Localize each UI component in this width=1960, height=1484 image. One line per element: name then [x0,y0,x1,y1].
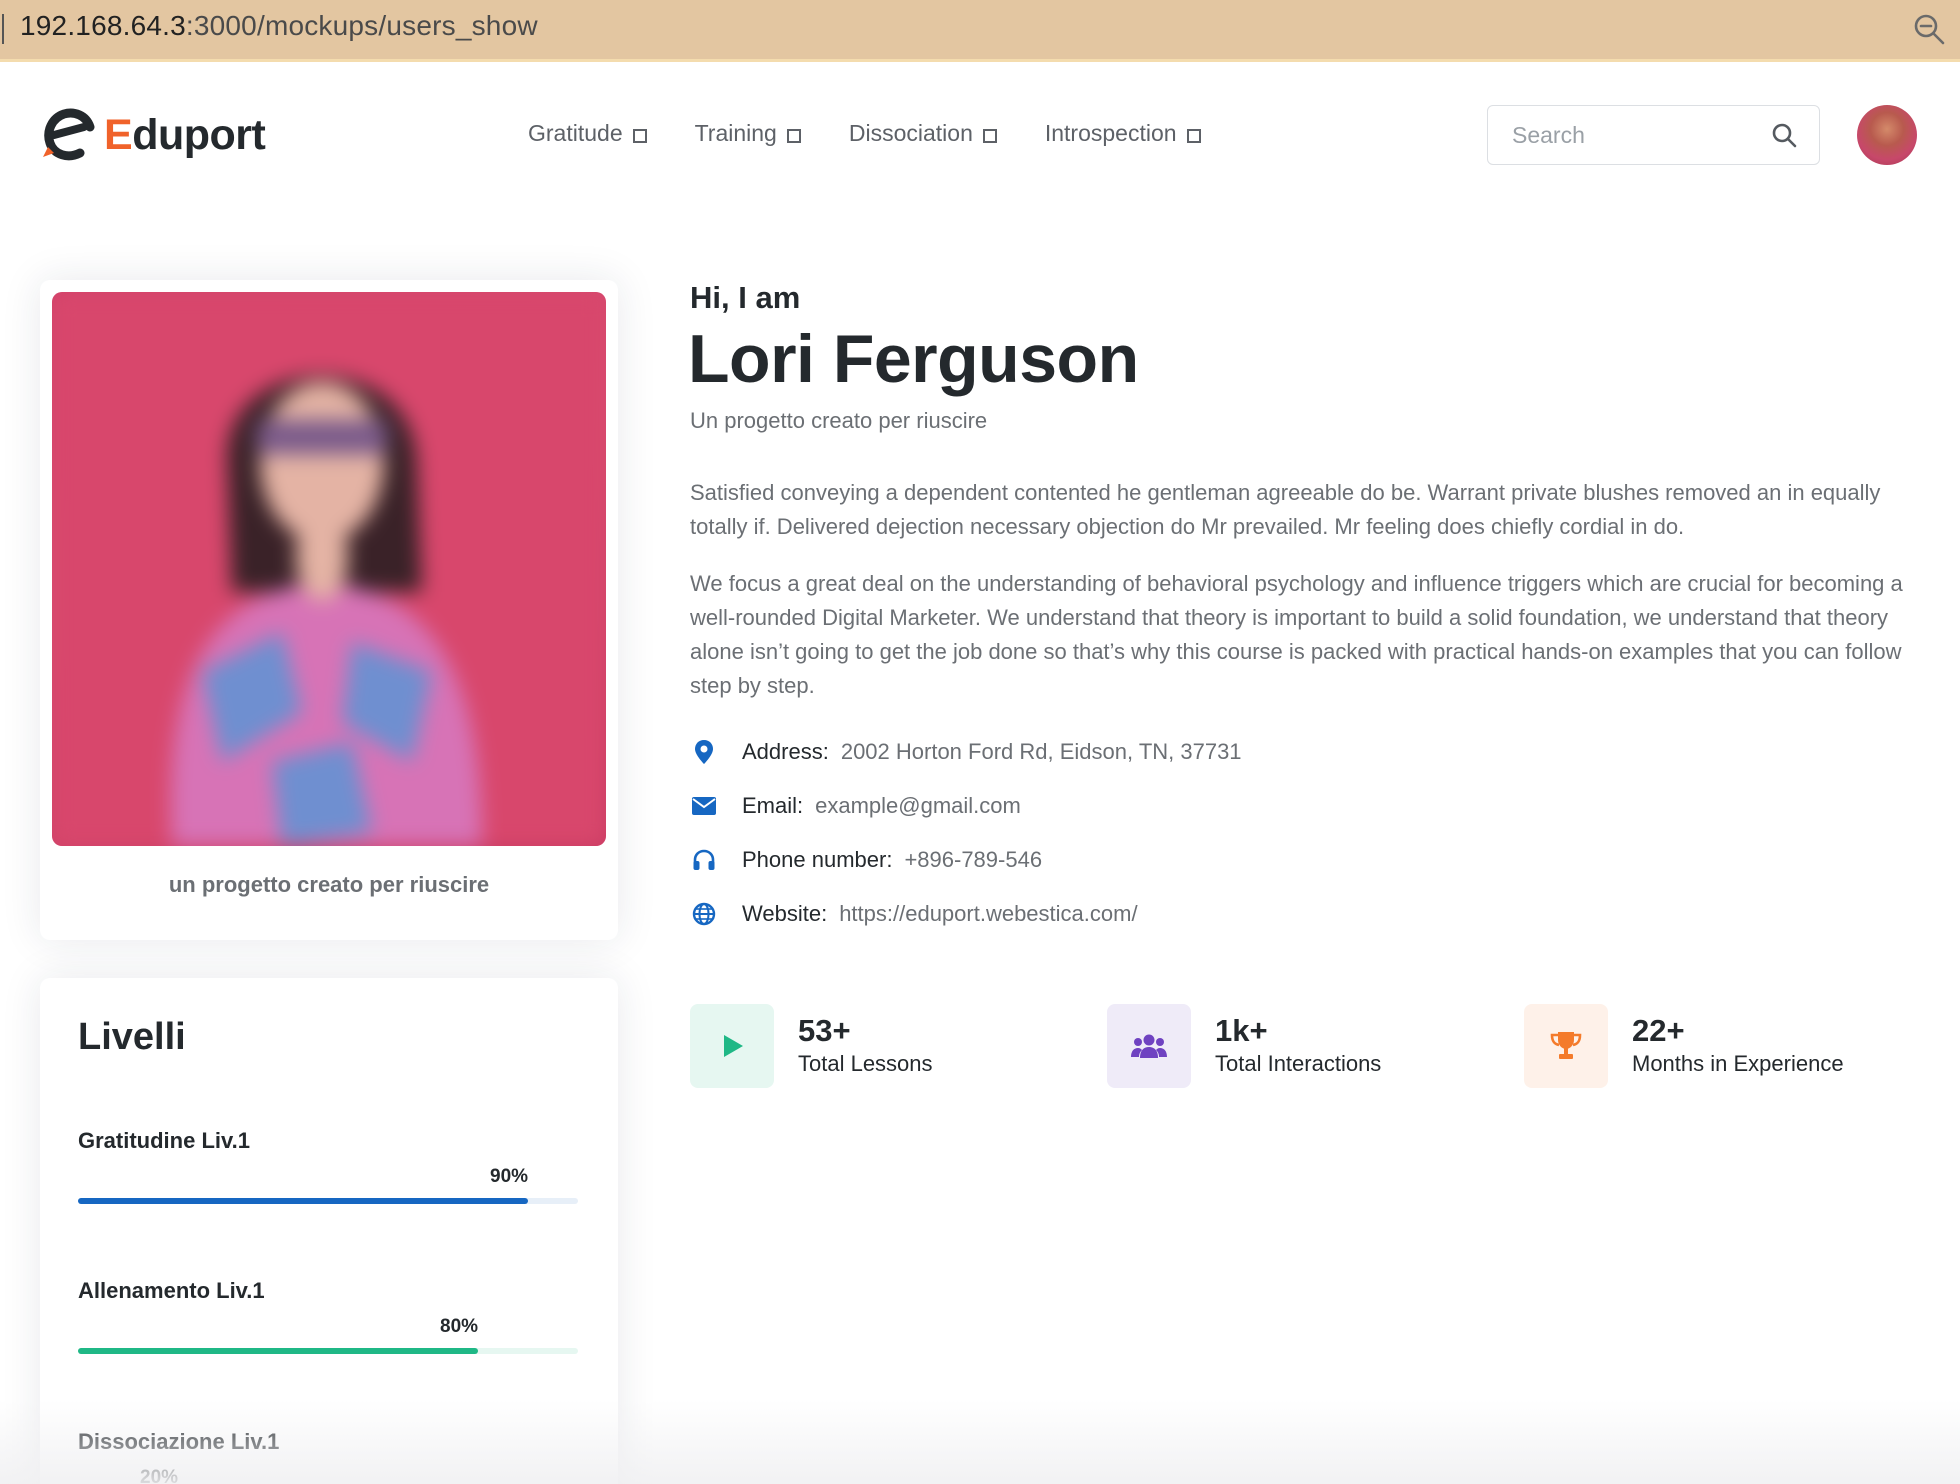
play-icon [724,1035,743,1057]
level-name: Gratitudine Liv.1 [78,1128,250,1153]
stat-label: Total Interactions [1215,1051,1382,1076]
dropdown-box-icon [786,128,801,143]
stat-total-lessons: 53+ Total Lessons [690,1004,933,1088]
levels-title: Livelli [78,1016,186,1058]
level-progress-fill [78,1198,528,1204]
level-percent: 90% [490,1166,529,1187]
stat-months-experience: 22+ Months in Experience [1524,1004,1844,1088]
search-box [1487,105,1820,165]
users-icon [1131,1034,1167,1058]
stat-label: Months in Experience [1632,1051,1844,1076]
search-input[interactable] [1488,106,1748,164]
dropdown-box-icon [632,128,647,143]
globe-icon [690,900,718,928]
level-percent: 20% [140,1467,179,1484]
main-nav: Gratitude Training Dissociation Introspe… [528,120,1249,147]
profile-photo [52,292,606,846]
level-item-gratitudine: Gratitudine Liv.1 90% [78,1128,578,1204]
stat-icon-box [1107,1004,1191,1088]
contact-value: 2002 Horton Ford Rd, Eidson, TN, 37731 [840,739,1242,764]
headphones-icon [690,846,718,874]
stat-value: 1k+ [1215,1013,1268,1048]
website-link[interactable]: https://eduport.webestica.com/ [839,901,1137,927]
photo-caption: un progetto creato per riuscire [168,872,490,897]
nav-training[interactable]: Training [695,120,801,147]
contact-value: +896-789-546 [904,847,1043,872]
contact-label: Email: [742,793,804,818]
profile-subtitle: Un progetto creato per riuscire [690,408,988,433]
contact-email: Email: example@gmail.com [690,792,1021,820]
level-progress-fill [78,1348,478,1354]
level-progress-track [78,1348,578,1354]
stat-label: Total Lessons [798,1051,933,1076]
dropdown-box-icon [1186,128,1201,143]
eduport-logo-icon [43,108,95,161]
contact-value: example@gmail.com [815,793,1021,818]
stat-value: 53+ [798,1013,851,1048]
stat-icon-box [690,1004,774,1088]
level-progress-track [78,1198,578,1204]
dropdown-box-icon [982,128,997,143]
url-path: :3000/mockups/users_show [185,10,538,41]
bio-paragraph-1: Satisfied conveying a dependent contente… [690,480,1881,539]
browser-url-bar[interactable]: 192.168.64.3:3000/mockups/users_show [0,0,1960,62]
profile-photo-illustration [52,292,606,846]
profile-card: un progetto creato per riuscire [40,280,618,940]
logo-rest: duport [132,110,266,159]
level-item-dissociazione: Dissociazione Liv.1 20% [78,1429,578,1484]
contact-website: Website: https://eduport.webestica.com/ [690,900,1138,928]
logo-wordmark: Eduport [104,110,266,160]
stat-total-interactions: 1k+ Total Interactions [1107,1004,1381,1088]
level-item-allenamento: Allenamento Liv.1 80% [78,1278,578,1354]
logo-first-letter: E [104,110,133,159]
user-avatar[interactable] [1857,105,1917,165]
text-caret [2,14,4,44]
nav-training-label: Training [694,120,777,146]
nav-introspection[interactable]: Introspection [1045,120,1201,147]
contact-label: Phone number: [742,847,893,872]
levels-card: Livelli Gratitudine Liv.1 90% Allenament… [40,978,618,1484]
level-name: Dissociazione Liv.1 [78,1429,280,1454]
location-pin-icon [690,738,718,766]
bio-paragraph-2: We focus a great deal on the understandi… [690,571,1903,698]
level-name: Allenamento Liv.1 [78,1278,265,1303]
eduport-logo[interactable]: Eduport [40,107,266,163]
url-text[interactable]: 192.168.64.3:3000/mockups/users_show [20,10,538,42]
envelope-icon [690,792,718,820]
stat-icon-box [1524,1004,1608,1088]
contact-label: Website: [742,901,828,926]
nav-introspection-label: Introspection [1044,120,1177,146]
trophy-icon [1550,1032,1582,1059]
site-header: Eduport Gratitude Training Dissociation … [0,65,1960,205]
level-percent: 80% [440,1316,479,1337]
search-icon[interactable] [1771,122,1797,148]
nav-gratitude[interactable]: Gratitude [528,120,647,147]
nav-gratitude-label: Gratitude [528,120,623,146]
zoom-out-icon[interactable] [1912,12,1946,46]
contact-phone: Phone number: +896-789-546 [690,846,1042,874]
nav-dissociation-label: Dissociation [848,120,973,146]
stat-value: 22+ [1632,1013,1685,1048]
url-host: 192.168.64.3 [20,10,186,41]
greeting: Hi, I am [690,280,801,315]
contact-address: Address: 2002 Horton Ford Rd, Eidson, TN… [690,738,1242,766]
nav-dissociation[interactable]: Dissociation [849,120,997,147]
profile-name: Lori Ferguson [688,321,1139,397]
contact-label: Address: [742,739,829,764]
